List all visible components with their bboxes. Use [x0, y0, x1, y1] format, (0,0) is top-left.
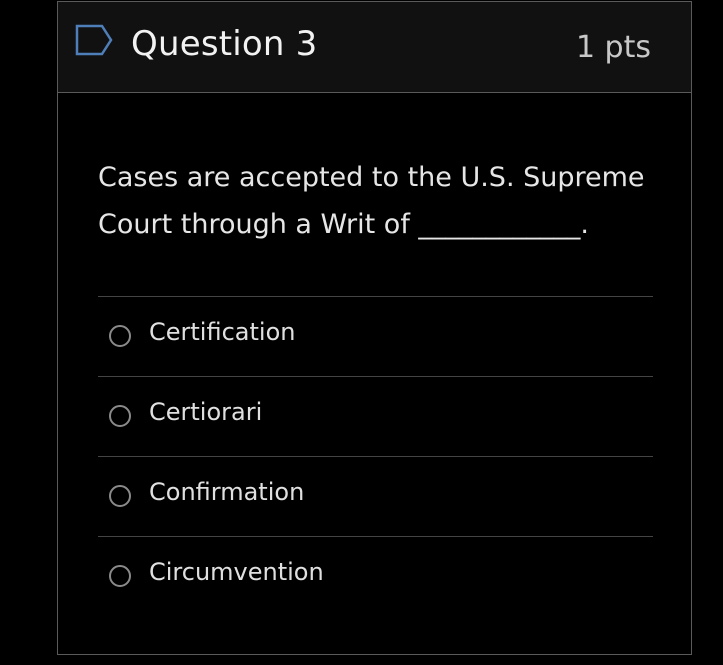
answer-label[interactable]: Certiorari: [149, 398, 262, 427]
radio-button[interactable]: [109, 565, 131, 587]
answer-label[interactable]: Certification: [149, 318, 295, 347]
radio-button[interactable]: [109, 325, 131, 347]
flag-question-icon[interactable]: [74, 23, 114, 57]
answer-option[interactable]: Circumvention: [98, 536, 653, 616]
question-title: Question 3: [131, 24, 318, 64]
radio-button[interactable]: [109, 405, 131, 427]
answer-option[interactable]: Certiorari: [98, 376, 653, 456]
question-text: Cases are accepted to the U.S. Supreme C…: [98, 162, 645, 240]
question-points: 1 pts: [575, 30, 651, 65]
question-header: Question 3 1 pts: [58, 2, 691, 93]
answer-option[interactable]: Confirmation: [98, 456, 653, 536]
answer-option[interactable]: Certification: [98, 296, 653, 376]
question-card: Question 3 1 pts Cases are accepted to t…: [57, 1, 692, 655]
radio-button[interactable]: [109, 485, 131, 507]
answer-list: Certification Certiorari Confirmation Ci…: [98, 296, 653, 616]
answer-label[interactable]: Confirmation: [149, 478, 304, 507]
answer-label[interactable]: Circumvention: [149, 558, 324, 587]
